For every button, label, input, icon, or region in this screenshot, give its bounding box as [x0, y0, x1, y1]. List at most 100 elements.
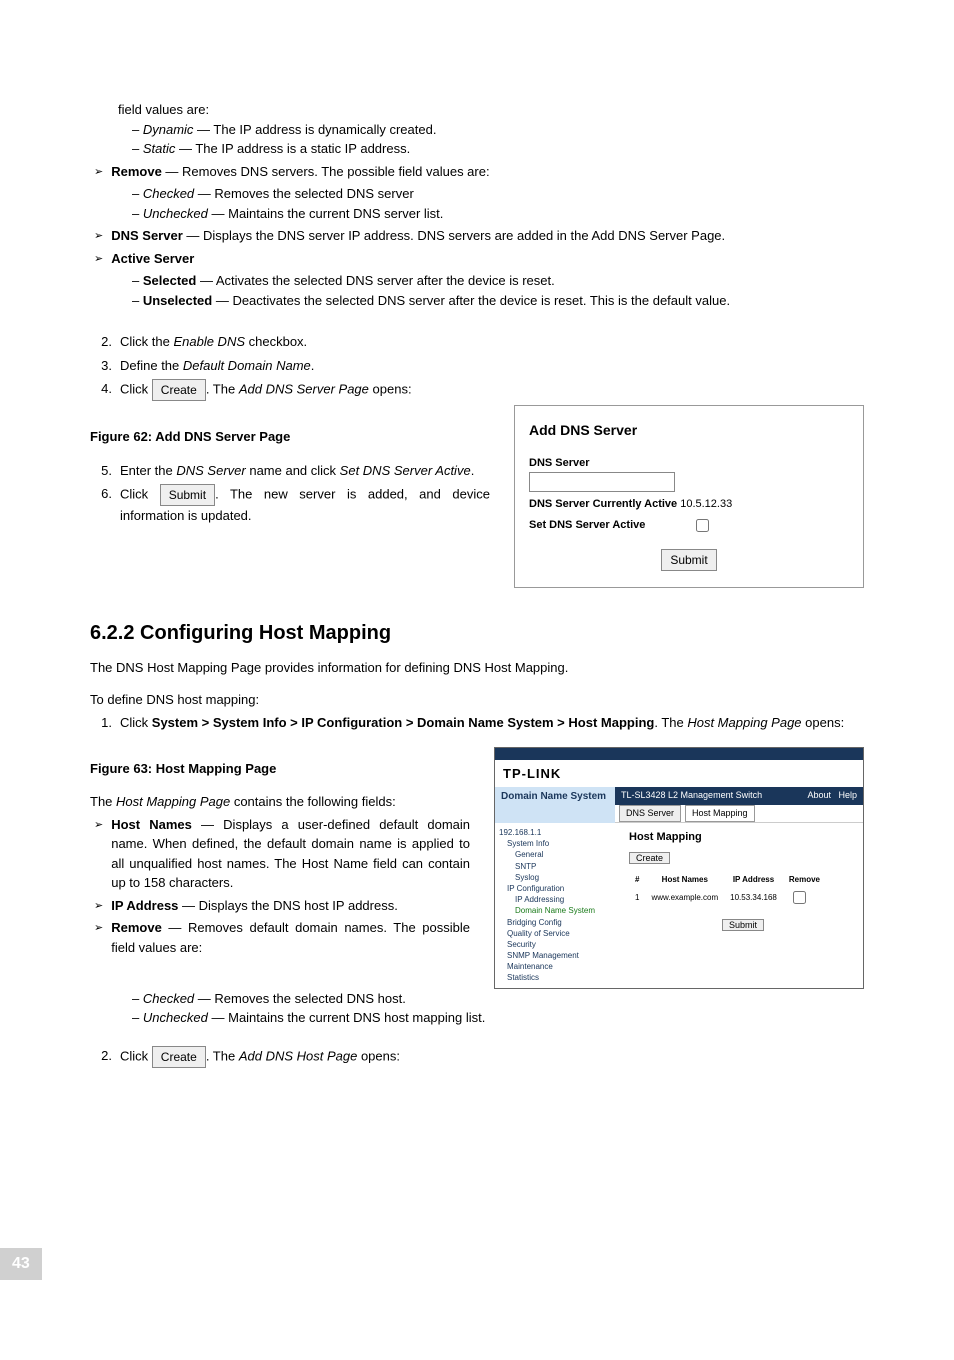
step3-suffix: . — [311, 358, 315, 373]
s2-suffix: opens: — [357, 1048, 400, 1063]
hm-hostnames-item: ➢ Host Names — Displays a user-defined d… — [90, 815, 470, 893]
remove-desc: — Removes DNS servers. The possible fiel… — [162, 164, 490, 179]
hm-intro-em: Host Mapping Page — [116, 794, 230, 809]
unselected-label: Unselected — [143, 293, 212, 308]
step5-em1: DNS Server — [176, 463, 245, 478]
fig62-title: Add DNS Server — [529, 420, 849, 441]
figure-63-box: TP-LINK Domain Name System TL-SL3428 L2 … — [494, 747, 864, 989]
bullet-arrow-icon: ➢ — [94, 251, 103, 268]
tree-maintenance[interactable]: Maintenance — [507, 961, 619, 972]
s1-bold: System > System Info > IP Configuration … — [152, 715, 655, 730]
step-3: 3. Define the Default Domain Name. — [90, 356, 864, 376]
step6-prefix: Click — [120, 486, 160, 501]
fig63-about-link[interactable]: About — [807, 790, 831, 800]
s2-mid: . The — [206, 1048, 239, 1063]
step2-em: Enable DNS — [173, 334, 245, 349]
remove-checked-label: Checked — [143, 186, 194, 201]
dns-server-item: ➢ DNS Server — Displays the DNS server I… — [90, 226, 864, 246]
remove-unchecked-desc: — Maintains the current DNS server list. — [208, 206, 444, 221]
step2-suffix: checkbox. — [245, 334, 307, 349]
bullet-arrow-icon: ➢ — [94, 164, 103, 181]
figure-63-caption: Figure 63: Host Mapping Page — [90, 759, 470, 779]
tree-root[interactable]: 192.168.1.1 — [499, 827, 619, 838]
fig62-dns-server-input[interactable] — [529, 472, 675, 492]
dns-server-label: DNS Server — [111, 228, 183, 243]
hm-checked-label: Checked — [143, 991, 194, 1006]
tree-sntp[interactable]: SNTP — [515, 861, 619, 872]
s1-mid: . The — [654, 715, 687, 730]
unselected-desc: — Deactivates the selected DNS server af… — [212, 293, 730, 308]
active-server-label: Active Server — [111, 251, 194, 266]
tree-qos[interactable]: Quality of Service — [507, 928, 619, 939]
static-row: – Static — The IP address is a static IP… — [132, 139, 864, 159]
tree-general[interactable]: General — [515, 849, 619, 860]
fig62-active-value: 10.5.12.33 — [680, 498, 732, 510]
field-values-intro: field values are: — [118, 100, 864, 120]
step3-em: Default Domain Name — [183, 358, 311, 373]
s1-em: Host Mapping Page — [687, 715, 801, 730]
dynamic-label: Dynamic — [143, 122, 194, 137]
step4-mid: . The — [206, 381, 239, 396]
step4-em: Add DNS Server Page — [239, 381, 369, 396]
fig62-set-active-label: Set DNS Server Active — [529, 517, 689, 534]
fig63-row-host: www.example.com — [645, 887, 724, 909]
hm-remove-desc: — Removes default domain names. The poss… — [111, 920, 470, 955]
create-button-2[interactable]: Create — [152, 1046, 206, 1068]
figure-62-caption: Figure 62: Add DNS Server Page — [90, 427, 490, 447]
dynamic-row: – Dynamic — The IP address is dynamicall… — [132, 120, 864, 140]
tree-dns[interactable]: Domain Name System — [515, 905, 619, 916]
hm-ip-desc: — Displays the DNS host IP address. — [178, 898, 397, 913]
hm-remove-label: Remove — [111, 920, 162, 935]
fig63-tab-host-mapping[interactable]: Host Mapping — [685, 805, 755, 823]
hm-intro-suffix: contains the following fields: — [230, 794, 395, 809]
tree-statistics[interactable]: Statistics — [507, 972, 619, 983]
tree-syslog[interactable]: Syslog — [515, 872, 619, 883]
fig63-tree: 192.168.1.1 System Info General SNTP Sys… — [495, 823, 623, 988]
page-number: 43 — [0, 1248, 42, 1280]
step2-prefix: Click the — [120, 334, 173, 349]
fig62-submit-button[interactable]: Submit — [661, 549, 716, 571]
step5-em2: Set DNS Server Active — [340, 463, 471, 478]
unselected-row: – Unselected — Deactivates the selected … — [132, 291, 864, 311]
s2-em: Add DNS Host Page — [239, 1048, 358, 1063]
step-4: 4. Click Create. The Add DNS Server Page… — [90, 379, 864, 401]
hm-ip-label: IP Address — [111, 898, 178, 913]
remove-checked-desc: — Removes the selected DNS server — [194, 186, 414, 201]
fig63-row-num: 1 — [629, 887, 645, 909]
tree-security[interactable]: Security — [507, 939, 619, 950]
section-p2: To define DNS host mapping: — [90, 690, 864, 710]
bullet-arrow-icon: ➢ — [94, 898, 103, 915]
step-6: 6. Click Submit. The new server is added… — [90, 484, 490, 526]
fig63-create-button[interactable]: Create — [629, 852, 670, 864]
create-button[interactable]: Create — [152, 379, 206, 401]
remove-unchecked-row: – Unchecked — Maintains the current DNS … — [132, 204, 864, 224]
fig63-th-remove: Remove — [783, 873, 826, 887]
static-desc: — The IP address is a static IP address. — [175, 141, 410, 156]
tree-snmp[interactable]: SNMP Management — [507, 950, 619, 961]
fig63-breadcrumb: Domain Name System — [495, 787, 615, 823]
s1-suffix: opens: — [802, 715, 845, 730]
fig63-tab-dns-server[interactable]: DNS Server — [619, 805, 681, 823]
submit-button[interactable]: Submit — [160, 484, 215, 506]
fig63-help-link[interactable]: Help — [838, 790, 857, 800]
fig63-submit-button[interactable]: Submit — [722, 919, 764, 931]
fig62-set-active-checkbox[interactable] — [696, 519, 709, 532]
hm-unchecked-desc: — Maintains the current DNS host mapping… — [208, 1010, 485, 1025]
tree-ip-addressing[interactable]: IP Addressing — [515, 894, 619, 905]
fig63-mgmt: TL-SL3428 L2 Management Switch — [621, 789, 762, 803]
hm-hostnames-label: Host Names — [111, 817, 192, 832]
tree-ip-config[interactable]: IP Configuration — [507, 883, 619, 894]
remove-checked-row: – Checked — Removes the selected DNS ser… — [132, 184, 864, 204]
tree-bridging[interactable]: Bridging Config — [507, 917, 619, 928]
remove-item: ➢ Remove — Removes DNS servers. The poss… — [90, 162, 864, 182]
section-6-2-2-title: 6.2.2 Configuring Host Mapping — [90, 618, 864, 648]
step3-prefix: Define the — [120, 358, 183, 373]
selected-label: Selected — [143, 273, 196, 288]
dynamic-desc: — The IP address is dynamically created. — [193, 122, 436, 137]
figure-62-box: Add DNS Server DNS Server DNS Server Cur… — [514, 405, 864, 588]
fig63-row-remove-checkbox[interactable] — [793, 891, 806, 904]
static-label: Static — [143, 141, 176, 156]
tree-system-info[interactable]: System Info — [507, 838, 619, 849]
step4-suffix: opens: — [369, 381, 412, 396]
hm-checked-desc: — Removes the selected DNS host. — [194, 991, 406, 1006]
